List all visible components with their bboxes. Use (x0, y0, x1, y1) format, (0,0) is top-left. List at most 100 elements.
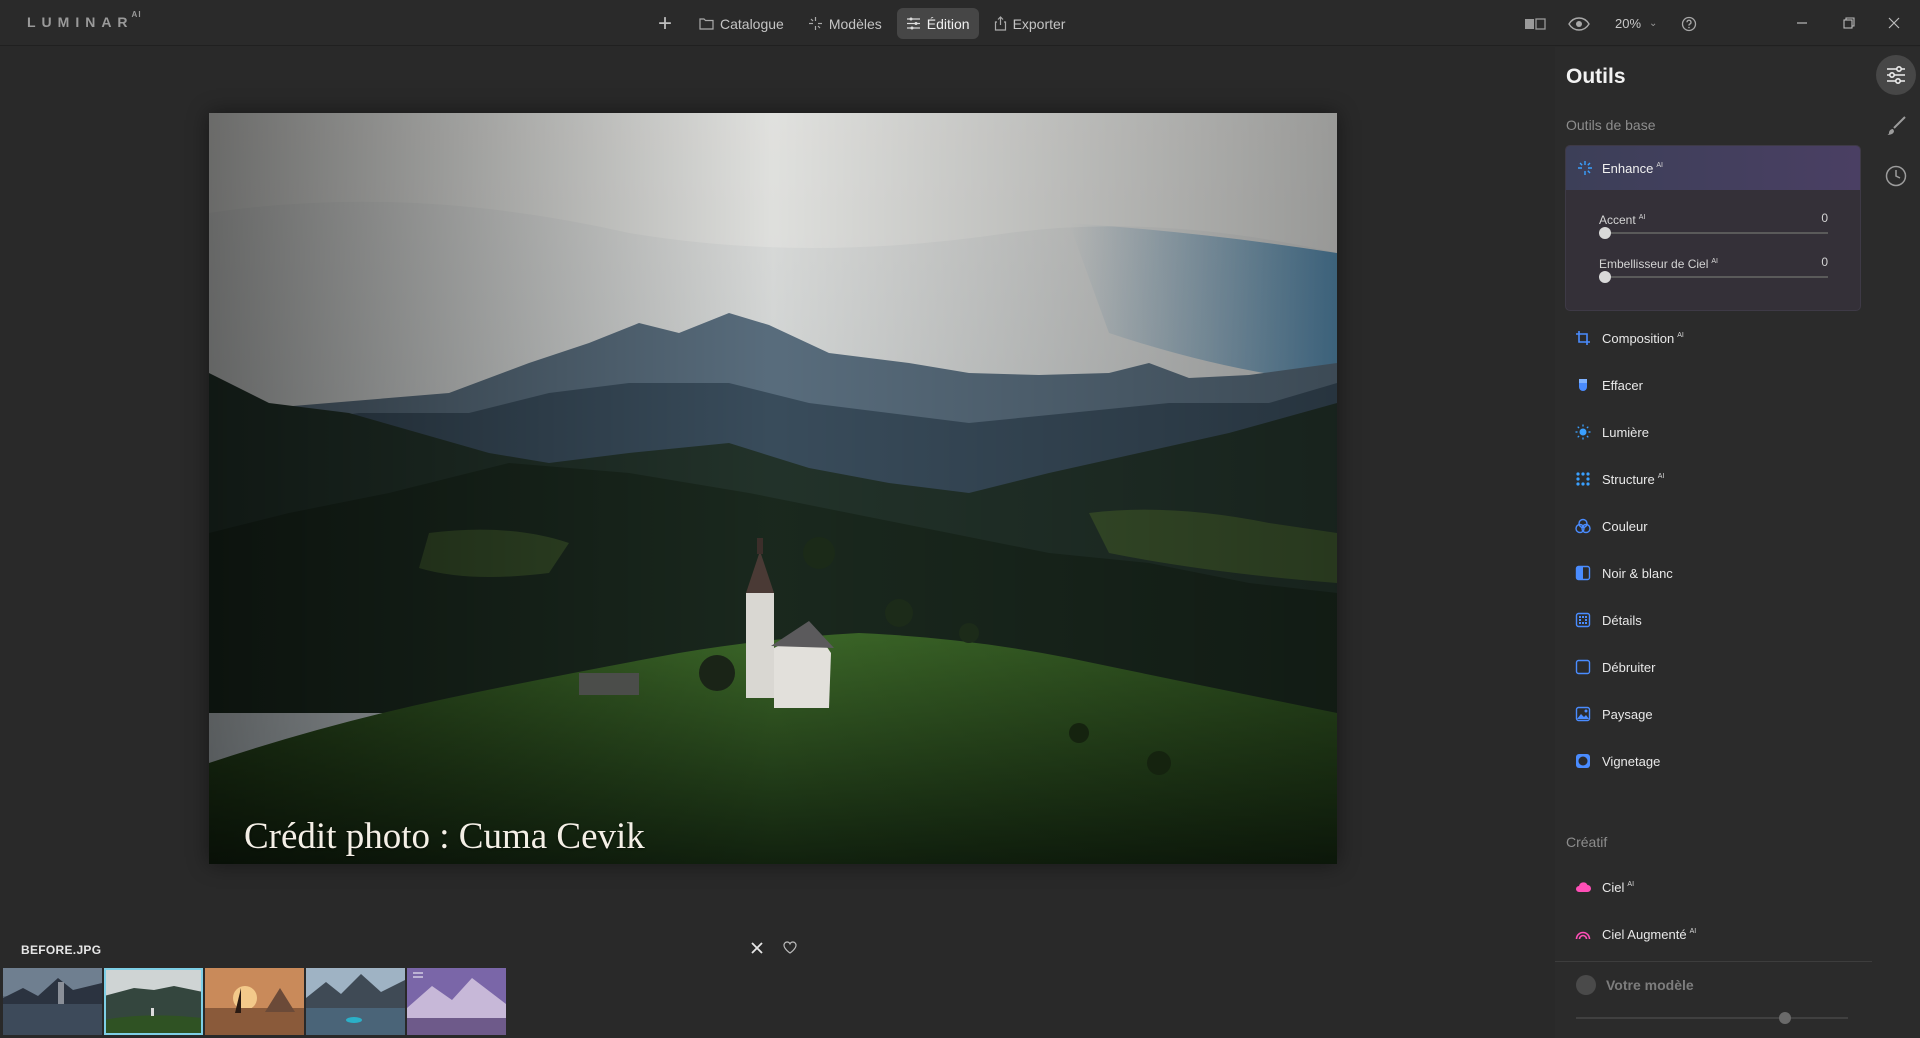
tool-debruiter[interactable]: Débruiter (1565, 647, 1861, 687)
compare-button[interactable] (1519, 8, 1551, 39)
minimize-button[interactable] (1784, 8, 1820, 38)
thumbnail[interactable] (3, 968, 102, 1035)
enhance-tool-card: Enhance AI Accent AI 0 Embellisseur de Cie… (1565, 145, 1861, 311)
thumbnail[interactable] (205, 968, 304, 1035)
panel-divider (1555, 961, 1872, 962)
tool-structure[interactable]: Structure AI (1565, 459, 1861, 499)
sky-enhancer-label: Embellisseur de Ciel AI (1599, 257, 1719, 271)
sky-enhancer-slider[interactable] (1599, 271, 1828, 283)
top-bar: LUMINARAI + Catalogue Modèles Édition Ex… (0, 0, 1920, 46)
sky-enhancer-slider-handle[interactable] (1599, 271, 1611, 283)
tab-exporter[interactable]: Exporter (985, 8, 1075, 39)
photo-credit: Crédit photo : Cuma Cevik (244, 816, 645, 857)
restore-button[interactable] (1831, 8, 1867, 38)
compare-icon (1525, 17, 1546, 30)
tab-catalogue[interactable]: Catalogue (690, 8, 793, 39)
landscape-icon (1575, 706, 1591, 722)
landscape-photo (209, 113, 1337, 864)
tool-details[interactable]: Détails (1565, 600, 1861, 640)
color-icon (1575, 518, 1591, 534)
creative-tools-heading: Créatif (1566, 834, 1608, 850)
main-nav: + Catalogue Modèles Édition Exporter (650, 8, 1080, 39)
basic-tools-heading: Outils de base (1566, 117, 1656, 133)
close-icon (751, 942, 763, 954)
reject-button[interactable] (748, 940, 766, 958)
side-rail (1872, 47, 1920, 1038)
help-button[interactable] (1673, 8, 1705, 39)
crop-icon (1576, 331, 1590, 345)
panel-title: Outils (1566, 65, 1626, 88)
history-rail-button[interactable] (1876, 156, 1916, 196)
vignette-icon (1576, 754, 1590, 768)
favorite-button[interactable] (783, 941, 799, 957)
thumbnail-image (3, 968, 102, 1035)
eraser-icon (1579, 379, 1587, 391)
tool-ciel-augmente[interactable]: Ciel Augmenté AI (1565, 914, 1861, 954)
thumbnail-image (104, 968, 203, 1035)
thumbnail-selected[interactable] (104, 968, 203, 1035)
share-icon (994, 16, 1006, 31)
tool-couleur[interactable]: Couleur (1565, 506, 1861, 546)
tool-effacer[interactable]: Effacer (1565, 365, 1861, 405)
accent-slider-handle[interactable] (1599, 227, 1611, 239)
sliders-icon (906, 17, 920, 30)
augmented-sky-icon (1575, 931, 1591, 940)
model-thumbnail (1576, 975, 1596, 995)
enhance-label: Enhance AI (1602, 160, 1663, 176)
help-icon (1682, 16, 1697, 31)
enhance-sparkle-icon (1578, 161, 1592, 175)
view-controls: 20% ⌄ (1519, 8, 1705, 39)
film-strip (3, 968, 506, 1035)
sliders-icon (1887, 66, 1905, 84)
tools-rail-button[interactable] (1876, 55, 1916, 95)
brush-rail-button[interactable] (1876, 106, 1916, 146)
eye-icon (1568, 16, 1590, 31)
thumbnail[interactable] (306, 968, 405, 1035)
plus-icon: + (657, 9, 672, 37)
accent-slider[interactable] (1599, 227, 1828, 239)
thumbnail-image (205, 968, 304, 1035)
tab-modeles[interactable]: Modèles (799, 8, 891, 39)
tool-lumiere[interactable]: Lumière (1565, 412, 1861, 452)
photo-canvas[interactable]: Crédit photo : Cuma Cevik (209, 113, 1337, 864)
restore-icon (1843, 17, 1855, 29)
preview-button[interactable] (1563, 8, 1595, 39)
clock-icon (1885, 165, 1907, 187)
chevron-down-icon: ⌄ (1649, 18, 1658, 29)
heart-icon (783, 941, 797, 954)
structure-icon (1576, 472, 1590, 486)
tab-edition[interactable]: Édition (896, 8, 979, 39)
tool-vignetage[interactable]: Vignetage (1565, 741, 1861, 781)
enhance-tool-header[interactable]: Enhance AI (1566, 146, 1860, 190)
accent-slider-row: Accent AI 0 (1599, 211, 1828, 239)
model-amount-slider[interactable] (1576, 1012, 1848, 1024)
tool-ciel[interactable]: Ciel AI (1565, 867, 1861, 907)
cloud-icon (1576, 882, 1591, 892)
your-model-toggle[interactable]: Votre modèle (1576, 975, 1694, 995)
tool-paysage[interactable]: Paysage (1565, 694, 1861, 734)
accent-value: 0 (1821, 211, 1828, 225)
close-window-button[interactable] (1876, 8, 1912, 38)
thumbnail[interactable] (407, 968, 506, 1035)
sky-enhancer-slider-row: Embellisseur de Ciel AI 0 (1599, 255, 1828, 283)
current-filename: BEFORE.JPG (21, 943, 102, 957)
tool-noir-blanc[interactable]: Noir & blanc (1565, 553, 1861, 593)
thumbnail-image (306, 968, 405, 1035)
accent-label: Accent AI (1599, 213, 1646, 227)
brush-icon (1887, 116, 1906, 135)
zoom-select[interactable]: 20% ⌄ (1609, 16, 1663, 31)
sky-enhancer-value: 0 (1821, 255, 1828, 269)
close-icon (1888, 17, 1900, 29)
black-white-icon (1575, 565, 1591, 581)
zoom-value: 20% (1615, 16, 1642, 31)
details-icon (1575, 612, 1591, 628)
tool-composition[interactable]: Composition AI (1565, 318, 1861, 358)
thumbnail-image (407, 968, 506, 1035)
app-logo: LUMINARAI (27, 10, 142, 30)
add-photos-button[interactable]: + (650, 9, 680, 39)
sparkle-icon (808, 17, 822, 30)
tools-panel: Outils Outils de base Enhance AI Accent AI… (1555, 47, 1872, 1038)
model-amount-handle[interactable] (1778, 1012, 1791, 1024)
sun-icon (1575, 424, 1591, 440)
minimize-icon (1797, 22, 1807, 24)
